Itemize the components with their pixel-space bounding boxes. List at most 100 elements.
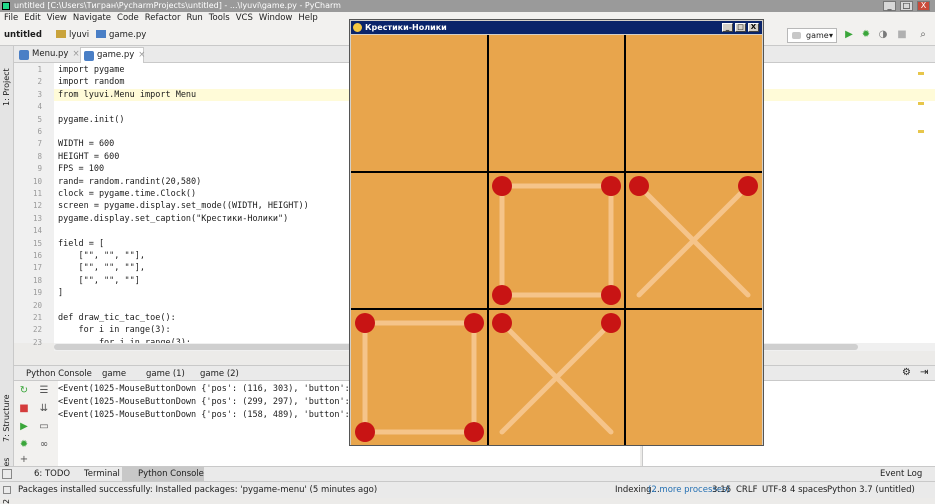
line-number: 10 [32,176,42,186]
debug-icon[interactable]: ✹ [18,439,30,451]
menu-code[interactable]: Code [117,13,139,23]
line-number: 20 [32,300,42,310]
match-head [601,176,621,196]
close-button[interactable]: X [917,1,930,11]
game-maximize-button[interactable]: □ [735,23,746,32]
tool-windows-icon[interactable] [2,469,12,479]
board-cell[interactable] [488,35,625,172]
menu-help[interactable]: Help [298,13,317,23]
execute-icon[interactable]: ▶ [18,421,30,433]
line-number: 12 [32,201,42,211]
menu-tools[interactable]: Tools [209,13,230,23]
line-number: 21 [32,313,42,322]
game-close-button[interactable]: X [748,23,759,32]
menu-window[interactable]: Window [259,13,293,23]
breadcrumb-project[interactable]: untitled [4,30,42,41]
python-file-icon [84,51,94,61]
code-line: rand= random.randint(20,580) [58,176,202,187]
game-minimize-button[interactable]: _ [722,23,733,32]
search-everywhere-icon[interactable]: ⌕ [917,29,929,41]
board-cell[interactable] [625,309,762,445]
menu-edit[interactable]: Edit [24,13,40,23]
menu-view[interactable]: View [47,13,67,23]
line-number: 6 [37,127,42,136]
hide-icon[interactable]: ⇥ [920,367,928,379]
board-cell[interactable] [351,172,488,309]
menu-navigate[interactable]: Navigate [73,13,111,23]
python-console-tab[interactable]: Python Console [122,467,204,482]
tab-game-2[interactable]: game (2) [200,368,239,380]
code-line: def draw_tic_tac_toe(): [58,313,176,323]
python-interpreter[interactable]: Python 3.7 (untitled) [827,482,915,498]
code-line: WIDTH = 600 [58,139,115,150]
match-head [601,313,621,333]
add-console-icon[interactable]: + [18,454,30,466]
board-cell[interactable] [351,35,488,172]
code-line: screen = pygame.display.set_mode((WIDTH,… [58,201,309,212]
tab-menu-py[interactable]: Menu.py × [16,47,80,63]
match-head [492,285,512,305]
breadcrumb-file[interactable]: game.py [96,30,146,41]
menu-run[interactable]: Run [186,13,202,23]
line-number: 3 [37,89,42,99]
code-line: clock = pygame.time.Clock() [58,189,197,199]
stop-icon[interactable]: ■ [18,403,30,415]
run-icon[interactable]: ▶ [843,29,855,41]
soft-wrap-icon[interactable]: ⇊ [38,403,50,415]
code-line: ["", "", ""] [58,275,140,286]
tab-python-console[interactable]: Python Console [26,368,92,380]
special-variables-icon[interactable]: ∞ [38,439,50,451]
match-head [629,176,649,196]
error-stripe [918,72,924,152]
game-title-bar: Крестики-Нолики _ □ X [351,21,762,34]
settings-icon[interactable]: ⚙ [902,367,911,379]
line-number: 15 [32,238,42,248]
tab-game-1[interactable]: game (1) [146,368,185,380]
python-file-icon [19,50,29,60]
menu-file[interactable]: File [4,13,18,23]
show-variables-icon[interactable]: ☰ [38,385,50,397]
tab-game[interactable]: game [102,368,126,380]
terminal-tab[interactable]: Terminal [68,467,120,482]
caret-position[interactable]: 3:16 [712,482,731,498]
close-tab-icon[interactable]: × [72,49,79,59]
file-encoding[interactable]: UTF-8 [762,482,787,498]
minimize-button[interactable]: _ [883,1,896,11]
console-line: <Event(1025-MouseButtonDown {'pos': (299… [58,397,366,407]
line-number: 1 [37,65,42,74]
chevron-down-icon: ▾ [828,31,833,40]
event-log-tab[interactable]: Event Log [864,467,922,482]
line-separator[interactable]: CRLF [736,482,757,498]
todo-tab[interactable]: 6: TODO [18,467,70,482]
line-number: 11 [32,189,42,198]
line-number: 17 [32,263,42,273]
debug-icon[interactable]: ✹ [860,29,872,41]
menu-vcs[interactable]: VCS [236,13,253,23]
window-title: untitled [C:\Users\Тигран\PycharmProject… [14,1,341,10]
tic-tac-toe-board[interactable] [351,35,762,445]
breadcrumb-folder[interactable]: lyuvi [56,30,89,41]
project-tool-tab[interactable]: 1: Project [2,68,11,106]
console-line: <Event(1025-MouseButtonDown {'pos': (116… [58,384,366,394]
line-number-gutter: 1 2 3 4 5 6 7 8 9 10 11 12 13 14 15 16 17 18 19 20 21 22 23 [14,63,54,347]
rerun-icon[interactable]: ↻ [18,385,30,397]
indent-setting[interactable]: 4 spaces [790,482,827,498]
status-message[interactable]: Packages installed successfully: Install… [18,482,377,498]
match-head [355,313,375,333]
board-cell[interactable] [625,35,762,172]
maximize-button[interactable]: □ [900,1,913,11]
coverage-icon[interactable]: ◑ [877,29,889,41]
tab-game-py[interactable]: game.py × [80,47,145,63]
window-title-bar: untitled [C:\Users\Тигран\PycharmProject… [0,0,935,12]
code-line: ["", "", ""], [58,263,145,274]
match-head [355,422,375,442]
console-history-icon[interactable]: ▭ [38,421,50,433]
folder-icon [56,30,66,38]
run-config-select[interactable]: game ▾ [787,28,837,43]
close-tab-icon[interactable]: × [138,50,145,60]
line-number: 16 [32,251,42,260]
structure-tool-tab[interactable]: 7: Structure [2,394,11,442]
pygame-window[interactable]: Крестики-Нолики _ □ X [349,19,764,446]
menu-refactor[interactable]: Refactor [145,13,181,23]
stop-icon[interactable]: ■ [896,29,908,41]
